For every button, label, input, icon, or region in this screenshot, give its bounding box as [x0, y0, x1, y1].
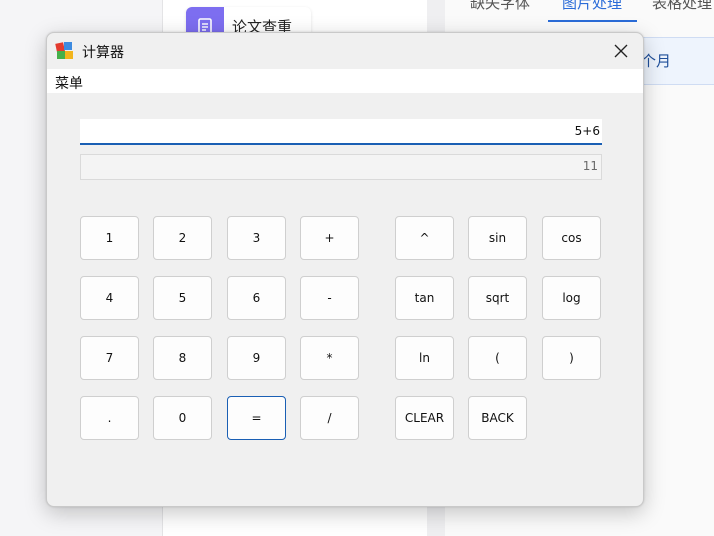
close-icon	[614, 44, 628, 58]
log-button[interactable]: log	[542, 276, 601, 320]
divide-button[interactable]: /	[300, 396, 359, 440]
digit-3-button[interactable]: 3	[227, 216, 286, 260]
calculator-app-icon	[55, 41, 75, 61]
menu-bar: 菜单	[47, 69, 643, 93]
result-display: 11	[80, 154, 602, 180]
background-tab-image-processing[interactable]: 图片处理	[562, 0, 622, 13]
digit-0-button[interactable]: 0	[153, 396, 212, 440]
ln-button[interactable]: ln	[395, 336, 454, 380]
cos-button[interactable]: cos	[542, 216, 601, 260]
decimal-point-button[interactable]: .	[80, 396, 139, 440]
power-button[interactable]: ^	[395, 216, 454, 260]
digit-8-button[interactable]: 8	[153, 336, 212, 380]
close-button[interactable]	[599, 33, 643, 69]
tan-button[interactable]: tan	[395, 276, 454, 320]
subtract-button[interactable]: -	[300, 276, 359, 320]
background-info-panel: 个月	[640, 37, 714, 85]
background-tab-table-processing[interactable]: 表格处理	[652, 0, 712, 13]
digit-1-button[interactable]: 1	[80, 216, 139, 260]
expression-input[interactable]	[80, 119, 602, 145]
calculator-window: 计算器 菜单 11 1 2 3 + 4 5 6 - 7 8 9 * . 0 = …	[46, 32, 644, 507]
background-active-tab-indicator	[548, 20, 637, 22]
backspace-button[interactable]: BACK	[468, 396, 527, 440]
menu-item-menu[interactable]: 菜单	[55, 73, 83, 93]
title-bar[interactable]: 计算器	[47, 33, 643, 69]
sin-button[interactable]: sin	[468, 216, 527, 260]
background-tab-missing-fonts[interactable]: 缺失字体	[470, 0, 530, 13]
window-title: 计算器	[82, 45, 124, 61]
digit-6-button[interactable]: 6	[227, 276, 286, 320]
add-button[interactable]: +	[300, 216, 359, 260]
digit-4-button[interactable]: 4	[80, 276, 139, 320]
digit-7-button[interactable]: 7	[80, 336, 139, 380]
equals-button[interactable]: =	[227, 396, 286, 440]
close-paren-button[interactable]: )	[542, 336, 601, 380]
digit-5-button[interactable]: 5	[153, 276, 212, 320]
digit-9-button[interactable]: 9	[227, 336, 286, 380]
background-panel-label: 个月	[641, 52, 672, 70]
clear-button[interactable]: CLEAR	[395, 396, 454, 440]
sqrt-button[interactable]: sqrt	[468, 276, 527, 320]
multiply-button[interactable]: *	[300, 336, 359, 380]
digit-2-button[interactable]: 2	[153, 216, 212, 260]
open-paren-button[interactable]: (	[468, 336, 527, 380]
